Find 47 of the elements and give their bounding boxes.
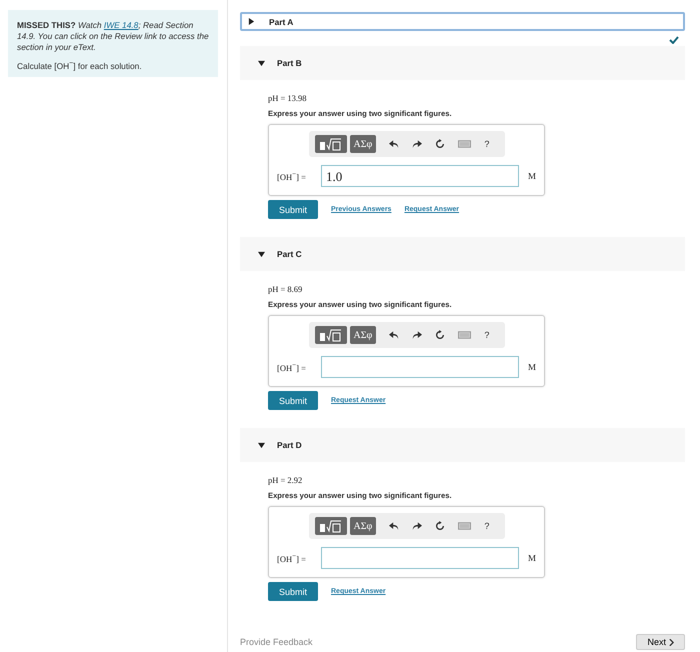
part-header[interactable]: Part D <box>240 428 685 462</box>
variable-label: [OH$^{−}$] = <box>277 170 307 182</box>
template-button[interactable] <box>314 517 346 535</box>
part-header[interactable]: Part C <box>240 237 685 271</box>
help-button[interactable]: ? <box>484 330 490 340</box>
given-value: pH = 8.69 <box>268 284 304 294</box>
submit-button[interactable]: Submit <box>268 391 318 410</box>
redo-icon[interactable] <box>412 522 422 530</box>
symbols-button[interactable]: ΑΣφ <box>350 517 376 535</box>
caret-icon <box>258 250 265 258</box>
reset-icon[interactable] <box>435 139 446 149</box>
answer-field[interactable] <box>321 547 519 569</box>
redo-icon[interactable] <box>412 140 422 148</box>
help-button[interactable]: ? <box>484 139 490 149</box>
given-value: pH = 2.92 <box>268 475 304 485</box>
undo-icon[interactable] <box>389 522 400 530</box>
variable-label: [OH$^{−}$] = <box>277 361 307 373</box>
part-header[interactable]: Part B <box>240 46 685 80</box>
unit-label: M <box>528 553 536 563</box>
reset-icon[interactable] <box>435 330 446 340</box>
caret-icon <box>258 60 265 66</box>
caret-icon <box>258 442 265 448</box>
submit-button[interactable]: Submit <box>268 582 318 601</box>
undo-icon[interactable] <box>389 330 400 340</box>
review-note: MISSED THIS? Watch IWE 14.8; Read Section 14.9. You can click on the Review link to access the section in your eText. <box>17 20 210 53</box>
symbols-button[interactable]: ΑΣφ <box>350 135 376 153</box>
unit-label: M <box>528 171 536 181</box>
answer-field[interactable] <box>321 356 519 378</box>
template-button[interactable] <box>314 135 346 153</box>
given-value: pH = 13.98 <box>268 93 308 103</box>
reset-icon[interactable] <box>435 521 446 531</box>
symbols-button[interactable]: ΑΣφ <box>350 326 376 344</box>
unit-label: M <box>528 362 536 372</box>
undo-icon[interactable] <box>389 140 400 148</box>
variable-label: [OH$^{−}$] = <box>277 552 307 564</box>
instruction-text: Calculate [OH$^{−}$] for each solution. <box>17 60 143 71</box>
chevron-icon <box>669 638 674 646</box>
part-header[interactable]: Part A <box>240 12 685 31</box>
feedback-link[interactable]: Provide Feedback <box>240 637 313 647</box>
answer-field[interactable]: 1.0 <box>321 165 519 187</box>
submit-button[interactable]: Submit <box>268 200 318 219</box>
caret-icon <box>248 18 255 25</box>
video-link[interactable]: IWE 14.8 <box>104 20 138 30</box>
help-button[interactable]: ? <box>484 521 490 531</box>
redo-icon[interactable] <box>412 330 422 340</box>
template-button[interactable] <box>314 326 346 344</box>
next-button[interactable]: Next <box>636 634 685 650</box>
